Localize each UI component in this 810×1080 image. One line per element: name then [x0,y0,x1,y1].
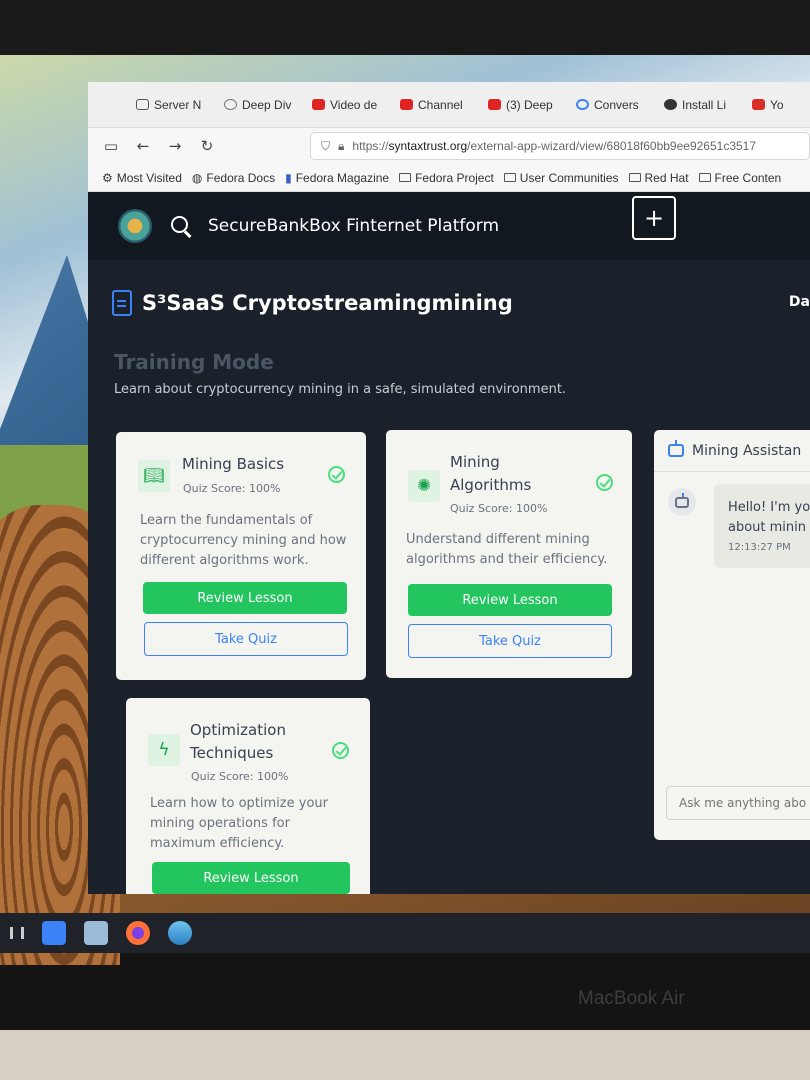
app-page: SecureBankBox Finternet Platform + S³Saa… [88,192,810,894]
check-circle-icon [332,742,349,759]
reload-button[interactable]: ↻ [198,137,216,155]
bookmarks-bar: ⚙ Most Visited ◍ Fedora Docs ▮ Fedora Magaz… [88,164,810,192]
bookmark-fedora-magazine[interactable]: ▮ Fedora Magazine [285,171,389,185]
globe-icon: ◍ [191,170,203,185]
back-button[interactable]: ← [134,137,152,155]
url-text: https://syntaxtrust.org/external-app-wiz… [352,139,757,153]
app-title: SecureBankBox Finternet Platform [208,216,500,236]
browser-tab[interactable]: Deep Div [218,89,304,121]
globe-icon [224,99,237,110]
search-icon[interactable] [168,213,194,239]
bookmark-fedora-docs[interactable]: ◍ Fedora Docs [192,171,275,185]
sidebar-toggle-icon[interactable]: ▭ [102,137,120,155]
browser-window: Server N Deep Div Video de Channel (3) D… [88,82,810,894]
bookmark-most-visited[interactable]: ⚙ Most Visited [102,171,182,185]
bookmark-user-communities[interactable]: User Communities [503,171,619,185]
card-description: Understand different mining algorithms a… [406,532,608,567]
app-logo[interactable] [118,209,152,243]
quiz-score: Quiz Score: 100% [183,482,281,495]
assistant-message: Hello! I'm yo about minin 12:13:27 PM [714,484,810,568]
bookmark-icon: ▮ [285,170,292,185]
taskbar [0,913,810,953]
github-icon [664,99,677,110]
lesson-card-mining-algorithms: ✺ Mining Algorithms Quiz Score: 100% Und… [386,430,632,678]
navigation-bar: ▭ ← → ↻ ⛉ 🔒︎ https://syntaxtrust.org/ext… [88,128,810,164]
app-header: SecureBankBox Finternet Platform + [88,192,810,260]
card-title: Optimization Techniques [190,721,286,762]
assistant-header: Mining Assistan [654,430,810,472]
youtube-icon [312,99,325,110]
card-title: Mining Basics [182,455,285,473]
file-manager-icon[interactable] [84,921,108,945]
folder-icon [628,173,641,182]
assistant-input[interactable] [666,786,810,820]
browser-tab[interactable]: Server N [130,89,216,121]
gmail-icon [752,99,765,110]
quiz-score: Quiz Score: 100% [450,502,548,515]
page-title: S³SaaS Cryptostreamingmining [142,291,513,315]
brain-icon: ✺ [408,470,440,502]
device-label: MacBook Air [578,988,685,1009]
add-button[interactable]: + [632,196,676,240]
bolt-icon: ϟ [148,734,180,766]
youtube-icon [400,99,413,110]
review-lesson-button[interactable]: Review Lesson [408,584,612,616]
check-circle-icon [328,466,345,483]
quiz-score: Quiz Score: 100% [191,770,289,783]
bot-icon [675,492,689,508]
card-description: Learn how to optimize your mining operat… [150,796,328,851]
folder-icon [698,173,711,182]
screen-bezel [0,0,810,62]
youtube-icon [488,99,501,110]
bookmark-red-hat[interactable]: Red Hat [628,171,689,185]
browser-tab[interactable]: Install Li [658,89,744,121]
desk-surface [0,1030,810,1080]
message-line: Hello! I'm yo [728,500,810,515]
bot-icon [668,440,684,457]
forward-button[interactable]: → [166,137,184,155]
lock-icon: 🔒︎ [338,138,345,153]
installer-icon[interactable] [168,921,192,945]
check-circle-icon [596,474,613,491]
folder-icon [503,173,516,182]
take-quiz-button[interactable]: Take Quiz [144,622,348,656]
dashboard-link[interactable]: Da [789,294,810,310]
mode-description: Learn about cryptocurrency mining in a s… [114,382,567,397]
software-store-icon[interactable] [42,921,66,945]
browser-tab[interactable]: Video de [306,89,392,121]
lesson-card-optimization-techniques: ϟ Optimization Techniques Quiz Score: 10… [126,698,370,894]
url-bar[interactable]: ⛉ 🔒︎ https://syntaxtrust.org/external-ap… [310,132,810,160]
shield-icon: ⛉ [321,138,331,153]
tab-bar: Server N Deep Div Video de Channel (3) D… [88,82,810,128]
review-lesson-button[interactable]: Review Lesson [152,862,350,894]
browser-tab[interactable]: Yo [746,89,786,121]
message-time: 12:13:27 PM [728,542,791,553]
assistant-title: Mining Assistan [692,442,802,459]
card-title: Mining Algorithms [450,453,532,494]
bookmark-free-content[interactable]: Free Conten [698,171,781,185]
mining-assistant-panel: Mining Assistan Hello! I'm yo about mini… [654,430,810,840]
review-lesson-button[interactable]: Review Lesson [143,582,347,614]
take-quiz-button[interactable]: Take Quiz [408,624,612,658]
browser-tab[interactable]: Convers [570,89,656,121]
server-icon [136,99,149,110]
card-description: Learn the fundamentals of cryptocurrency… [140,513,347,568]
firefox-icon[interactable] [126,921,150,945]
browser-tab[interactable]: Channel [394,89,480,121]
gear-icon: ⚙ [102,170,113,185]
folder-icon [399,173,412,182]
message-line: about minin [728,520,807,535]
mode-title: Training Mode [114,350,274,374]
document-icon [112,290,132,316]
bot-avatar [668,488,696,516]
browser-tab[interactable]: (3) Deep [482,89,568,121]
loading-icon [576,99,589,110]
lesson-card-mining-basics: 📖︎ Mining Basics Quiz Score: 100% Learn … [116,432,366,680]
bookmark-fedora-project[interactable]: Fedora Project [399,171,494,185]
book-icon: 📖︎ [138,460,170,492]
app-menu-icon[interactable] [10,927,24,939]
page-title-row: S³SaaS Cryptostreamingmining [112,290,513,316]
